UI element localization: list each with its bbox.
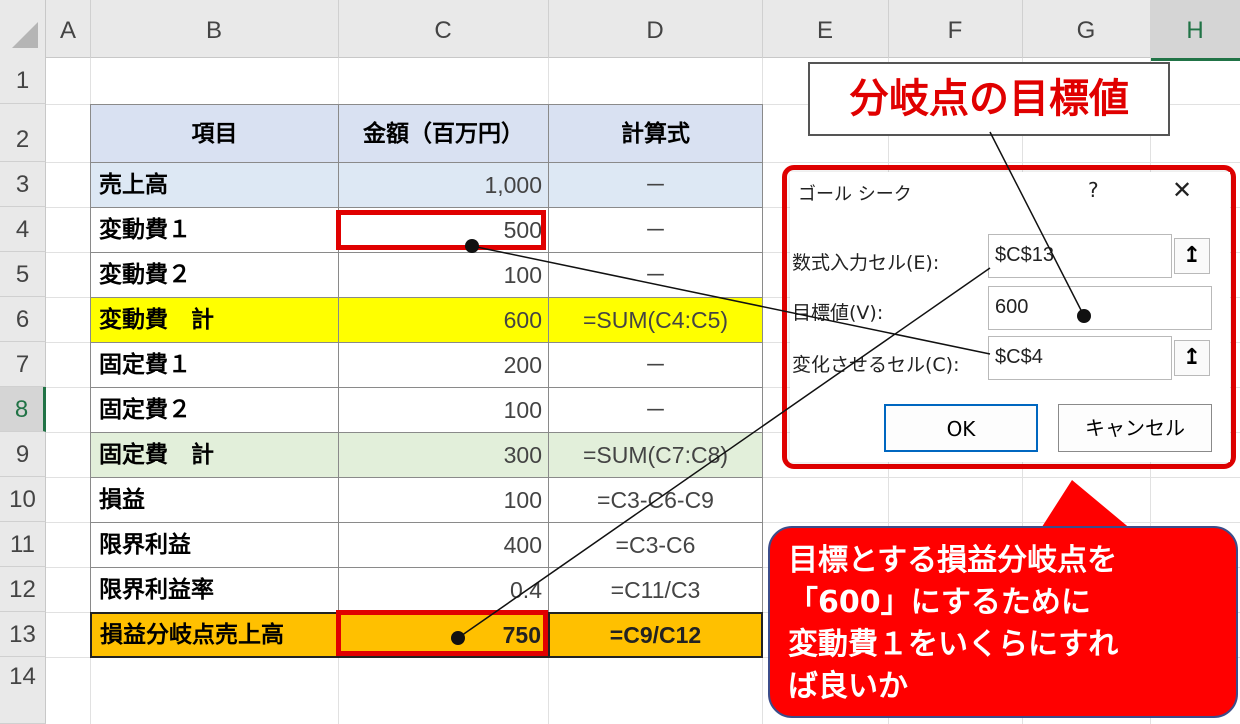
connector-dot [1077,309,1091,323]
connector-dot [465,239,479,253]
connector-lines [457,131,1085,639]
connector-line [989,131,1085,317]
connector-line [471,245,991,355]
connector-line [457,267,991,639]
connector-dot [451,631,465,645]
